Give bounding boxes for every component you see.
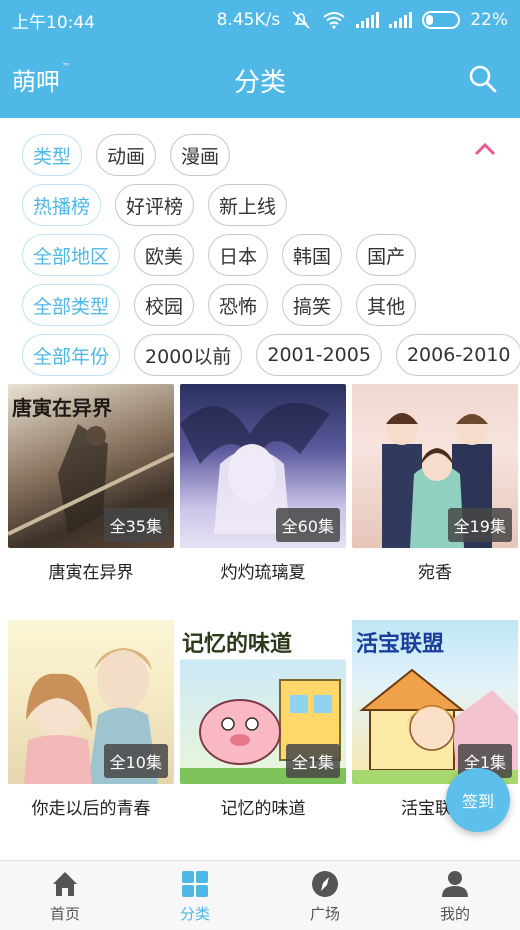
filter-chip-comedy[interactable]: 搞笑	[282, 284, 343, 326]
filter-chip-western[interactable]: 欧美	[134, 234, 195, 276]
checkin-button[interactable]: 签到	[446, 768, 510, 832]
nav-label-category: 分类	[179, 905, 210, 923]
comic-card[interactable]: 全60集 灼灼琉璃夏	[180, 384, 346, 583]
filter-chip-horror[interactable]: 恐怖	[208, 284, 269, 326]
app-bar: 萌呷™ 分类	[0, 40, 520, 118]
comic-card[interactable]: 全19集 宛香	[352, 384, 518, 583]
comic-title: 灼灼琉璃夏	[220, 563, 306, 583]
wifi-icon	[323, 12, 345, 29]
filter-chip-rated[interactable]: 好评榜	[115, 184, 195, 226]
comic-title: 唐寅在异界	[48, 563, 134, 583]
filter-chip-all-year[interactable]: 全部年份	[22, 334, 121, 376]
home-icon	[53, 872, 77, 896]
episode-badge: 全19集	[447, 508, 512, 542]
nav-item-category[interactable]: 分类	[130, 861, 260, 930]
comic-title: 你走以后的青春	[31, 799, 151, 819]
filter-chip-type[interactable]: 类型	[22, 134, 83, 176]
battery-icon	[422, 11, 461, 29]
page-title: 分类	[233, 68, 286, 98]
cover-title-text: 记忆的味道	[182, 632, 293, 657]
comic-card[interactable]: 记忆的味道 全1集 记忆的味道	[180, 620, 346, 819]
filter-chip-domestic[interactable]: 国产	[356, 234, 417, 276]
nav-label-home: 首页	[49, 905, 80, 923]
nav-item-home[interactable]: 首页	[0, 861, 130, 930]
episode-badge: 全1集	[285, 744, 340, 778]
filter-chip-new[interactable]: 新上线	[208, 184, 288, 226]
comic-title: 宛香	[418, 563, 452, 583]
filter-chip-2006-2010[interactable]: 2006-2010	[395, 334, 520, 376]
filter-chip-school[interactable]: 校园	[134, 284, 195, 326]
comic-card[interactable]: 全10集 你走以后的青春	[8, 620, 174, 819]
filter-row-rank: 热播榜 好评榜 新上线	[22, 184, 288, 226]
battery-level: 22%	[470, 10, 508, 30]
filter-row-type: 类型 动画 漫画	[22, 134, 231, 176]
filter-chip-comic[interactable]: 漫画	[170, 134, 231, 176]
comic-title: 记忆的味道	[220, 799, 306, 819]
filter-row-year: 全部年份 2000以前 2001-2005 2006-2010	[22, 334, 520, 376]
filter-row-genre: 全部类型 校园 恐怖 搞笑 其他	[22, 284, 417, 326]
comic-card[interactable]: 唐寅在异界 全35集 唐寅在异界	[8, 384, 174, 583]
comic-cover[interactable]: 记忆的味道 全1集	[180, 620, 346, 784]
person-icon	[442, 871, 468, 897]
filter-panel: 类型 动画 漫画 热播榜 好评榜 新上线 全部地区 欧美 日本 韩国 国产 全部…	[0, 118, 520, 380]
episode-badge: 全10集	[103, 744, 168, 778]
filter-chip-all-region[interactable]: 全部地区	[22, 234, 121, 276]
chevron-up-icon[interactable]	[474, 142, 496, 156]
comic-cover[interactable]: 唐寅在异界 全35集	[8, 384, 174, 548]
nav-item-square[interactable]: 广场	[260, 861, 390, 930]
status-time: 上午10:44	[12, 12, 95, 33]
filter-chip-other[interactable]: 其他	[356, 284, 417, 326]
filter-chip-anime[interactable]: 动画	[96, 134, 157, 176]
grid-icon	[182, 871, 208, 897]
signal-icon	[356, 12, 380, 28]
comic-cover[interactable]: 全60集	[180, 384, 346, 548]
nav-label-square: 广场	[309, 905, 340, 923]
status-bar: 上午10:44 8.45K/s 22%	[0, 0, 520, 40]
network-speed: 8.45K/s	[216, 10, 281, 30]
search-icon[interactable]	[468, 64, 498, 94]
nav-label-mine: 我的	[439, 905, 470, 923]
filter-chip-all-genre[interactable]: 全部类型	[22, 284, 121, 326]
comic-cover[interactable]: 活宝联盟 全1集	[352, 620, 518, 784]
filter-chip-hot[interactable]: 热播榜	[22, 184, 102, 226]
comic-cover[interactable]: 全19集	[352, 384, 518, 548]
comic-cover[interactable]: 全10集	[8, 620, 174, 784]
cover-title-text: 活宝联盟	[356, 632, 445, 657]
episode-badge: 全35集	[103, 508, 168, 542]
filter-chip-japan[interactable]: 日本	[208, 234, 269, 276]
filter-chip-before-2000[interactable]: 2000以前	[134, 334, 243, 376]
nav-item-mine[interactable]: 我的	[390, 861, 520, 930]
signal-icon-2	[389, 12, 413, 28]
filter-chip-2001-2005[interactable]: 2001-2005	[256, 334, 382, 376]
compass-icon	[312, 871, 338, 897]
mute-icon	[292, 11, 310, 29]
filter-chip-korea[interactable]: 韩国	[282, 234, 343, 276]
episode-badge: 全60集	[275, 508, 340, 542]
bottom-nav: 首页 分类 广场 我的	[0, 860, 520, 930]
filter-row-region: 全部地区 欧美 日本 韩国 国产	[22, 234, 417, 276]
cover-title-text: 唐寅在异界	[12, 396, 112, 420]
